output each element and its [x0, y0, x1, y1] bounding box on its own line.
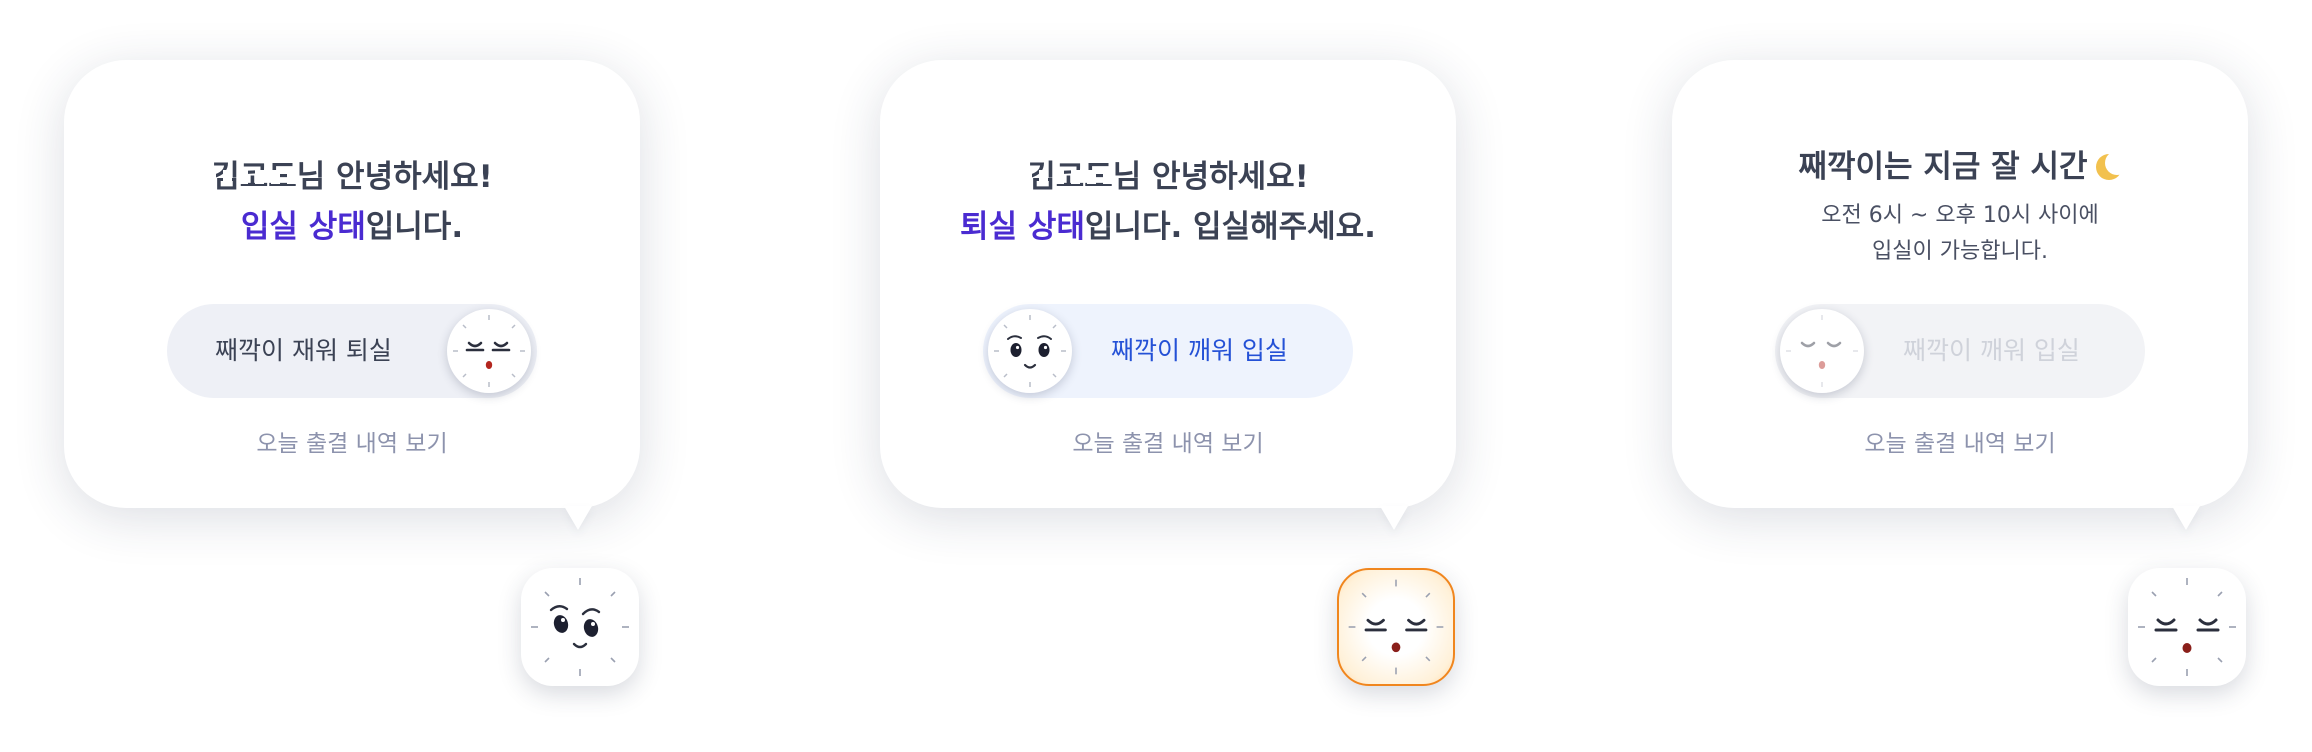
speech-tail: [1380, 506, 1408, 530]
clock-mascot-badge[interactable]: [2128, 568, 2246, 686]
greeting-text: 김코드님 안녕하세요! 퇴실 상태입니다. 입실해주세요.: [880, 152, 1456, 252]
clock-face-sleeping-icon: [2138, 578, 2236, 676]
clock-face-sleeping-icon: [1348, 579, 1444, 675]
toggle-label: 째깍이 깨워 입실: [1111, 336, 1288, 365]
greeting-text: 김코드님 안녕하세요! 입실 상태입니다.: [64, 152, 640, 252]
toggle-label: 째깍이 재워 퇴실: [215, 336, 392, 365]
sleep-subtitle: 오전 6시 ~ 오후 10시 사이에 입실이 가능합니다.: [1821, 203, 2099, 264]
checkin-toggle[interactable]: 째깍이 깨워 입실: [983, 304, 1353, 398]
toggle-knob: [1780, 309, 1864, 393]
moon-icon: [2095, 151, 2129, 180]
clock-face-awake-icon: [531, 578, 629, 676]
check-in-card: 김코드님 안녕하세요! 입실 상태입니다. 째깍이 재워 퇴실 오늘 출결 내역…: [64, 60, 640, 530]
speech-tail: [564, 506, 592, 530]
status-highlight: 퇴실 상태: [960, 209, 1085, 245]
checkin-toggle-disabled: 째깍이 깨워 입실: [1775, 304, 2145, 398]
user-name: 김코드: [1023, 152, 1117, 202]
status-highlight: 입실 상태: [240, 209, 366, 245]
clock-face-sleeping-icon: [453, 315, 525, 387]
checkout-toggle[interactable]: 째깍이 재워 퇴실: [167, 304, 537, 398]
sleep-title: 째깍이는 지금 잘 시간: [1672, 144, 2248, 190]
attendance-history-link[interactable]: 오늘 출결 내역 보기: [1672, 424, 2248, 458]
toggle-label: 째깍이 깨워 입실: [1903, 336, 2080, 365]
clock-face-awake-icon: [994, 315, 1066, 387]
clock-mascot-badge-active[interactable]: [1337, 568, 1455, 686]
clock-mascot-badge[interactable]: [521, 568, 639, 686]
sleep-time-card: 째깍이는 지금 잘 시간 오전 6시 ~ 오후 10시 사이에 입실이 가능합니…: [1672, 60, 2248, 530]
toggle-knob[interactable]: [988, 309, 1072, 393]
attendance-history-link[interactable]: 오늘 출결 내역 보기: [64, 424, 640, 458]
toggle-knob[interactable]: [447, 309, 531, 393]
speech-tail: [2172, 506, 2200, 530]
check-out-card: 김코드님 안녕하세요! 퇴실 상태입니다. 입실해주세요. 째깍이 깨워 입실 …: [880, 60, 1456, 530]
attendance-history-link[interactable]: 오늘 출결 내역 보기: [880, 424, 1456, 458]
clock-face-sleeping-icon: [1786, 315, 1858, 387]
user-name: 김코드: [207, 152, 301, 202]
